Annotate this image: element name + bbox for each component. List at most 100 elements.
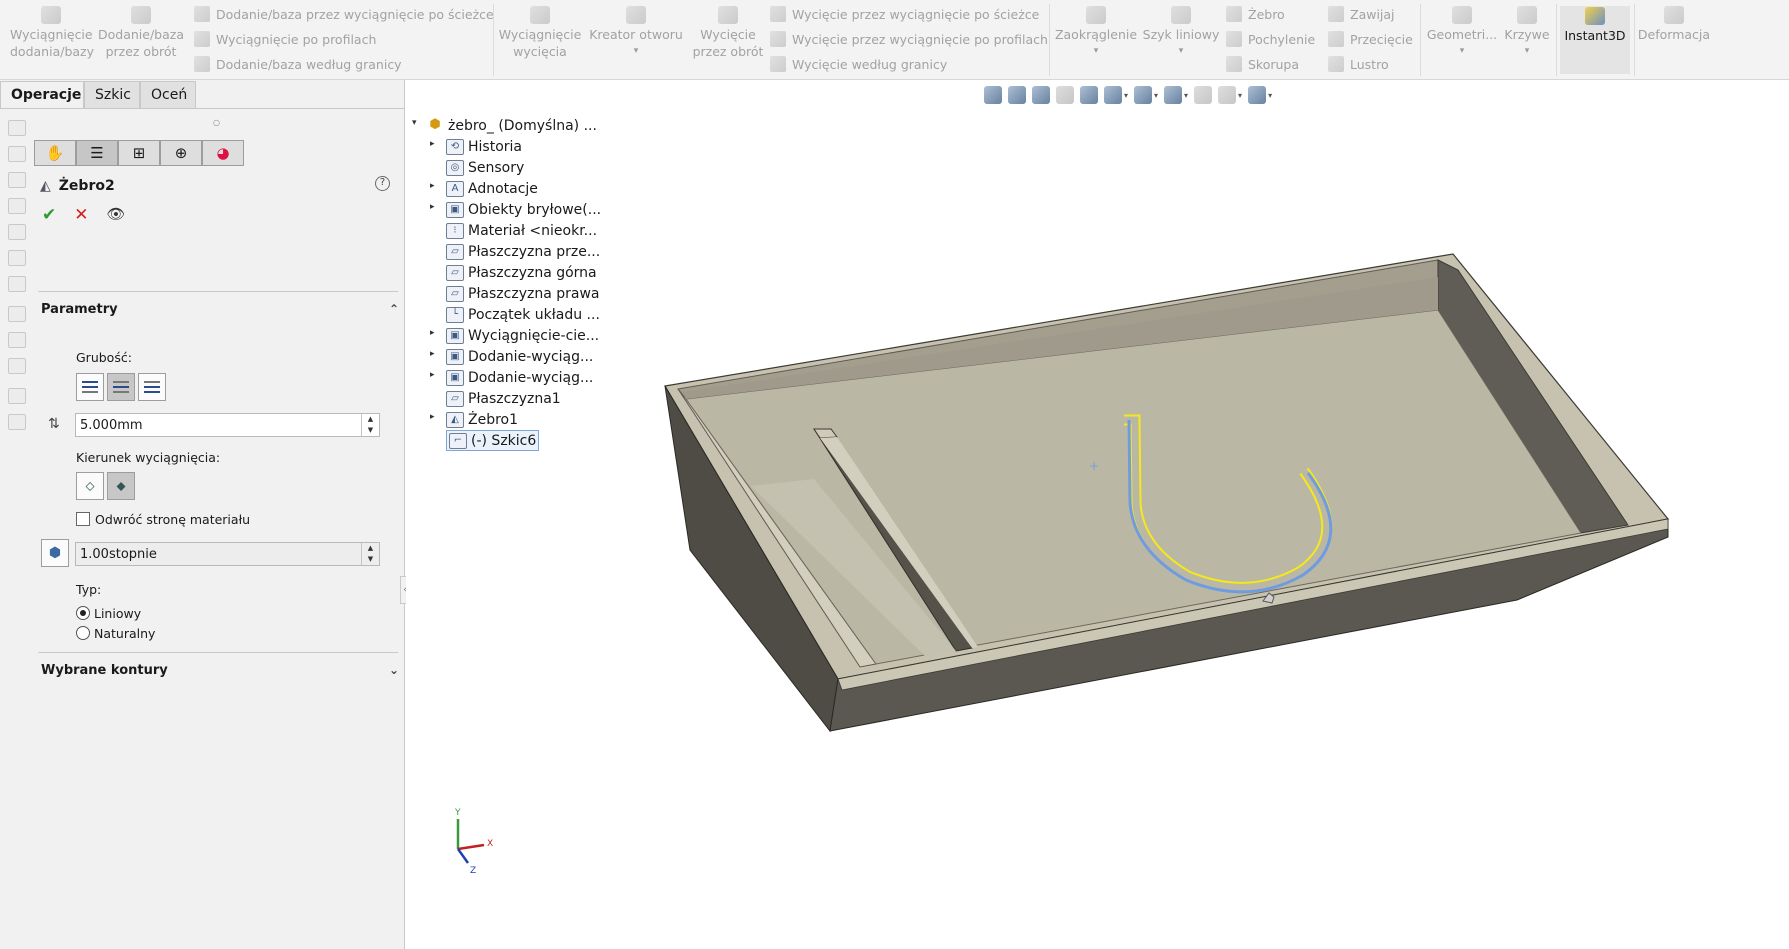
spin-down-icon[interactable]: ▼ xyxy=(362,425,379,436)
fillet-button[interactable]: Zaokrąglenie ▾ xyxy=(1054,6,1138,60)
configuration-manager-tab[interactable]: ⊞ xyxy=(118,140,160,166)
type-linear-radio[interactable] xyxy=(76,606,90,620)
tree-root[interactable]: ▾ ⬢ żebro_ (Domyślna) ... xyxy=(412,115,597,136)
dimxpert-manager-tab[interactable]: ⊕ xyxy=(160,140,202,166)
thickness-both-sides-button[interactable] xyxy=(107,373,135,401)
revolved-boss-button[interactable]: Dodanie/baza przez obrót xyxy=(96,6,186,60)
tab-szkic[interactable]: Szkic xyxy=(84,81,140,109)
zoom-to-fit-icon[interactable] xyxy=(984,86,1002,104)
draft-button[interactable]: Pochylenie xyxy=(1226,29,1315,49)
ok-check-icon[interactable]: ✔ xyxy=(42,205,56,225)
wrap-button[interactable]: Zawijaj xyxy=(1328,4,1395,24)
draft-angle-spinner[interactable]: ▲ ▼ xyxy=(361,543,379,565)
spin-up-icon[interactable]: ▲ xyxy=(362,543,379,554)
tree-item[interactable]: ▱ Płaszczyzna1 xyxy=(446,388,561,409)
hole-wizard-button[interactable]: Kreator otworu ▾ xyxy=(586,6,686,60)
chevron-up-icon[interactable]: ⌃ xyxy=(389,302,399,316)
preview-eye-icon[interactable]: 👁 xyxy=(107,205,126,225)
thickness-first-side-button[interactable] xyxy=(76,373,104,401)
chevron-down-icon[interactable]: ⌄ xyxy=(389,663,399,677)
revolved-cut-icon[interactable] xyxy=(8,276,26,292)
type-natural-radio[interactable] xyxy=(76,626,90,640)
rib-button[interactable]: Żebro xyxy=(1226,4,1285,24)
expand-arrow-icon[interactable]: ▸ xyxy=(430,370,435,380)
tree-item[interactable]: ▸ ▣ Wyciągnięcie-cie... xyxy=(430,325,599,346)
display-manager-tab[interactable]: ◕ xyxy=(202,140,244,166)
tree-item[interactable]: ⌐ (-) Szkic6 xyxy=(446,430,540,451)
mirror-button[interactable]: Lustro xyxy=(1328,54,1389,74)
chevron-down-icon[interactable]: ▾ xyxy=(1142,43,1220,60)
lofted-boss-icon[interactable] xyxy=(8,198,26,214)
intersect-button[interactable]: Przecięcie xyxy=(1328,29,1413,49)
shell-button[interactable]: Skorupa xyxy=(1226,54,1299,74)
lofted-cut-icon[interactable] xyxy=(8,332,26,348)
lofted-boss-button[interactable]: Wyciągnięcie po profilach xyxy=(194,29,376,49)
spin-up-icon[interactable]: ▲ xyxy=(362,414,379,425)
display-style-icon[interactable] xyxy=(1134,86,1153,104)
selected-contours-section-header[interactable]: Wybrane kontury ⌄ xyxy=(41,663,399,678)
swept-cut-button[interactable]: Wycięcie przez wyciągnięcie po ścieżce xyxy=(770,4,1039,24)
thickness-input[interactable]: 5.000mm ▲ ▼ xyxy=(75,413,380,437)
draft-toggle-button[interactable]: ⬢ xyxy=(41,539,69,567)
tree-item[interactable]: ▱ Płaszczyzna prawa xyxy=(446,283,599,304)
extruded-boss-button[interactable]: Wyciągnięcie dodania/bazy xyxy=(10,6,94,60)
expand-arrow-icon[interactable]: ▸ xyxy=(430,412,435,422)
tree-item[interactable]: ▸ ▣ Obiekty bryłowe(... xyxy=(430,199,601,220)
curves-button[interactable]: Krzywe ▾ xyxy=(1502,6,1552,60)
expand-arrow-icon[interactable]: ▸ xyxy=(430,349,435,359)
chevron-down-icon[interactable]: ▾ xyxy=(1124,91,1128,100)
swept-cut-icon[interactable] xyxy=(8,306,26,322)
part-model-view[interactable]: + Y X Z xyxy=(406,81,1789,949)
expand-arrow-icon[interactable]: ▸ xyxy=(430,328,435,338)
tab-operacje[interactable]: Operacje xyxy=(0,81,84,109)
boundary-boss-button[interactable]: Dodanie/baza według granicy xyxy=(194,54,402,74)
expand-arrow-icon[interactable]: ▸ xyxy=(430,139,435,149)
boundary-boss-icon[interactable] xyxy=(8,224,26,240)
revolved-boss-icon[interactable] xyxy=(8,146,26,162)
chevron-down-icon[interactable]: ▾ xyxy=(586,43,686,60)
spin-down-icon[interactable]: ▼ xyxy=(362,554,379,565)
tree-item[interactable]: └ Początek układu ... xyxy=(446,304,600,325)
extruded-cut-button[interactable]: Wyciągnięcie wycięcia xyxy=(498,6,582,60)
feature-manager-tab[interactable]: ✋ xyxy=(34,140,76,166)
tree-item[interactable]: ▸ ▣ Dodanie-wyciąg... xyxy=(430,346,593,367)
swept-boss-icon[interactable] xyxy=(8,172,26,188)
hide-show-items-icon[interactable] xyxy=(1164,86,1183,104)
tree-item[interactable]: ▸ A Adnotacje xyxy=(430,178,538,199)
chevron-down-icon[interactable]: ▾ xyxy=(1184,91,1188,100)
reference-geometry-button[interactable]: Geometri... ▾ xyxy=(1424,6,1500,60)
splitter-grip-icon[interactable]: ○ xyxy=(213,118,220,127)
view-settings-icon[interactable] xyxy=(1248,86,1267,104)
property-manager-tab[interactable]: ☰ xyxy=(76,140,118,166)
chevron-down-icon[interactable]: ▾ xyxy=(1424,43,1500,60)
collapse-arrow-icon[interactable]: ▾ xyxy=(412,118,417,128)
cancel-x-icon[interactable]: ✕ xyxy=(74,205,88,225)
tree-item[interactable]: ▱ Płaszczyzna prze... xyxy=(446,241,600,262)
tree-item[interactable]: ▸ ◭ Żebro1 xyxy=(430,409,518,430)
extruded-boss-icon[interactable] xyxy=(8,120,26,136)
expand-arrow-icon[interactable]: ▸ xyxy=(430,181,435,191)
expand-arrow-icon[interactable]: ▸ xyxy=(430,202,435,212)
extruded-cut-icon[interactable] xyxy=(8,250,26,266)
chevron-down-icon[interactable]: ▾ xyxy=(1268,91,1272,100)
view-orientation-icon[interactable] xyxy=(1104,86,1122,104)
previous-view-icon[interactable] xyxy=(1032,86,1050,104)
apply-scene-icon[interactable] xyxy=(1218,86,1237,104)
dynamic-annotation-icon[interactable] xyxy=(1080,86,1098,104)
tree-item[interactable]: ▸ ⟲ Historia xyxy=(430,136,522,157)
chevron-down-icon[interactable]: ▾ xyxy=(1154,91,1158,100)
tree-item[interactable]: ▱ Płaszczyzna górna xyxy=(446,262,597,283)
deform-button[interactable]: Deformacja xyxy=(1636,6,1712,43)
chevron-down-icon[interactable]: ▾ xyxy=(1238,91,1242,100)
swept-boss-button[interactable]: Dodanie/baza przez wyciągnięcie po ścież… xyxy=(194,4,494,24)
zoom-to-area-icon[interactable] xyxy=(1008,86,1026,104)
parallel-to-sketch-button[interactable]: ⬦ xyxy=(76,472,104,500)
tree-item[interactable]: ◎ Sensory xyxy=(446,157,524,178)
section-view-icon[interactable] xyxy=(1056,86,1074,104)
thickness-second-side-button[interactable] xyxy=(138,373,166,401)
flip-material-checkbox[interactable] xyxy=(76,512,90,526)
normal-to-sketch-button[interactable]: ⬥ xyxy=(107,472,135,500)
tab-ocen[interactable]: Oceń xyxy=(140,81,196,109)
chevron-down-icon[interactable]: ▾ xyxy=(1502,43,1552,60)
parameters-section-header[interactable]: Parametry ⌃ xyxy=(41,302,399,317)
